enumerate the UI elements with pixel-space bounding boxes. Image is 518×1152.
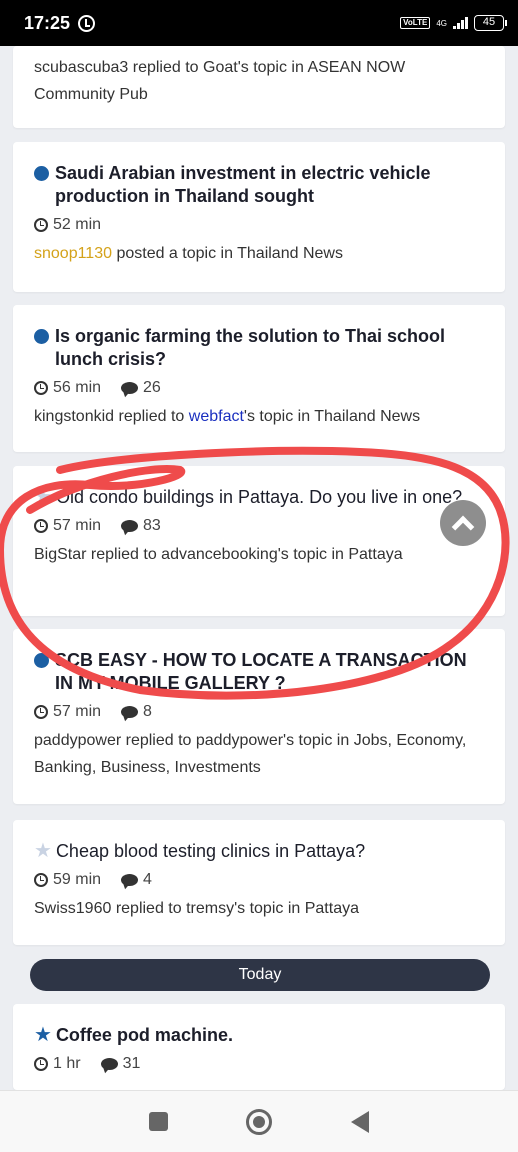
activity-rest: posted a topic in Thailand News <box>112 245 343 262</box>
comment-count-text: 26 <box>143 379 161 396</box>
comment-count-text: 8 <box>143 703 152 720</box>
home-icon[interactable] <box>246 1108 273 1135</box>
topic-title[interactable]: ★ Coffee pod machine. <box>34 1024 484 1047</box>
topic-title[interactable]: Is organic farming the solution to Thai … <box>34 325 484 371</box>
star-outline-icon[interactable]: ★ <box>34 840 52 863</box>
activity-text: scubascuba3 replied to Goat's topic in A… <box>34 59 406 103</box>
clock-icon <box>34 1057 48 1071</box>
comment-count: 31 <box>100 1055 141 1073</box>
activity-card[interactable]: scubascuba3 replied to Goat's topic in A… <box>13 46 505 128</box>
comment-icon <box>121 874 139 886</box>
status-left: 17:25 <box>24 12 96 34</box>
comment-icon <box>121 382 139 394</box>
topic-title[interactable]: ★ Old condo buildings in Pattaya. Do you… <box>34 486 484 509</box>
topic-title-text[interactable]: SCB EASY - HOW TO LOCATE A TRANSACTION I… <box>55 649 484 695</box>
signal-icon <box>453 17 468 29</box>
meta-row: 1 hr 31 <box>34 1055 484 1073</box>
unread-dot-icon <box>34 166 49 181</box>
author-link[interactable]: webfact <box>189 408 244 425</box>
time-ago: 52 min <box>34 216 101 234</box>
activity-text: snoop1130 posted a topic in Thailand New… <box>34 240 484 267</box>
comment-icon <box>100 1058 118 1070</box>
comment-count: 83 <box>121 517 161 535</box>
recent-apps-icon[interactable] <box>149 1112 169 1131</box>
activity-end: 's topic in Thailand News <box>243 408 421 425</box>
activity-card[interactable]: Is organic farming the solution to Thai … <box>13 305 505 452</box>
activity-text: Swiss1960 replied to tremsy's topic in P… <box>34 900 359 917</box>
clock-icon <box>34 381 48 395</box>
status-bar: 17:25 VoLTE 4G 45 <box>0 0 518 46</box>
clock-time: 17:25 <box>24 12 71 33</box>
topic-title-text[interactable]: Coffee pod machine. <box>56 1024 484 1047</box>
topic-title-text[interactable]: Cheap blood testing clinics in Pattaya? <box>56 840 484 863</box>
activity-card[interactable]: ★ Old condo buildings in Pattaya. Do you… <box>13 466 505 616</box>
activity-text: kingstonkid replied to webfact's topic i… <box>34 403 484 430</box>
meta-row: 57 min 83 <box>34 517 484 535</box>
scroll-to-top-button[interactable] <box>440 500 486 546</box>
clock-icon <box>34 873 48 887</box>
topic-title-text[interactable]: Is organic farming the solution to Thai … <box>55 325 484 371</box>
meta-row: 52 min <box>34 216 484 234</box>
comment-icon <box>121 706 139 718</box>
topic-title-text[interactable]: Saudi Arabian investment in electric veh… <box>55 162 484 208</box>
meta-row: 57 min 8 <box>34 703 484 721</box>
star-icon[interactable]: ★ <box>34 1024 52 1047</box>
time-ago: 57 min <box>34 703 101 721</box>
unread-dot-icon <box>34 329 49 344</box>
comment-count: 26 <box>121 379 161 397</box>
time-ago: 56 min <box>34 379 101 397</box>
clock-icon <box>34 705 48 719</box>
volte-icon: VoLTE <box>400 17 431 29</box>
comment-count: 4 <box>121 871 152 889</box>
time-ago-text: 57 min <box>53 703 102 720</box>
status-right: VoLTE 4G 45 <box>400 15 507 31</box>
activity-card[interactable]: ★ Coffee pod machine. 1 hr 31 <box>13 1004 505 1090</box>
time-ago-text: 1 hr <box>53 1055 81 1072</box>
activity-text: BigStar replied to advancebooking's topi… <box>34 546 403 563</box>
clock-icon <box>34 519 48 533</box>
time-ago: 57 min <box>34 517 101 535</box>
comment-count-text: 31 <box>122 1055 141 1072</box>
activity-card[interactable]: Saudi Arabian investment in electric veh… <box>13 142 505 292</box>
alarm-icon <box>78 14 96 32</box>
author-link[interactable]: snoop1130 <box>34 245 112 262</box>
time-ago-text: 52 min <box>53 216 102 233</box>
comment-count-text: 4 <box>143 871 152 888</box>
topic-title[interactable]: SCB EASY - HOW TO LOCATE A TRANSACTION I… <box>34 649 484 695</box>
topic-title-text[interactable]: Old condo buildings in Pattaya. Do you l… <box>56 486 484 509</box>
system-nav-bar <box>0 1090 518 1152</box>
star-outline-icon[interactable]: ★ <box>34 486 52 509</box>
meta-row: 59 min 4 <box>34 871 484 889</box>
back-icon[interactable] <box>350 1110 369 1133</box>
comment-icon <box>121 520 139 532</box>
comment-count: 8 <box>121 703 152 721</box>
activity-card[interactable]: ★ Cheap blood testing clinics in Pattaya… <box>13 820 505 945</box>
chevron-up-icon <box>451 515 475 539</box>
time-ago: 1 hr <box>34 1055 81 1073</box>
topic-title[interactable]: ★ Cheap blood testing clinics in Pattaya… <box>34 840 484 863</box>
activity-text: paddypower replied to paddypower's topic… <box>34 732 467 776</box>
unread-dot-icon <box>34 653 49 668</box>
time-ago-text: 59 min <box>53 871 102 888</box>
time-ago-text: 56 min <box>53 379 102 396</box>
topic-title[interactable]: Saudi Arabian investment in electric veh… <box>34 162 484 208</box>
date-divider: Today <box>30 959 490 991</box>
clock-icon <box>34 218 48 232</box>
battery-icon: 45 <box>474 15 507 31</box>
activity-start: kingstonkid replied to <box>34 408 189 425</box>
time-ago-text: 57 min <box>53 517 102 534</box>
activity-card[interactable]: SCB EASY - HOW TO LOCATE A TRANSACTION I… <box>13 629 505 804</box>
meta-row: 56 min 26 <box>34 379 484 397</box>
time-ago: 59 min <box>34 871 101 889</box>
comment-count-text: 83 <box>143 517 161 534</box>
network-type: 4G <box>436 18 447 28</box>
